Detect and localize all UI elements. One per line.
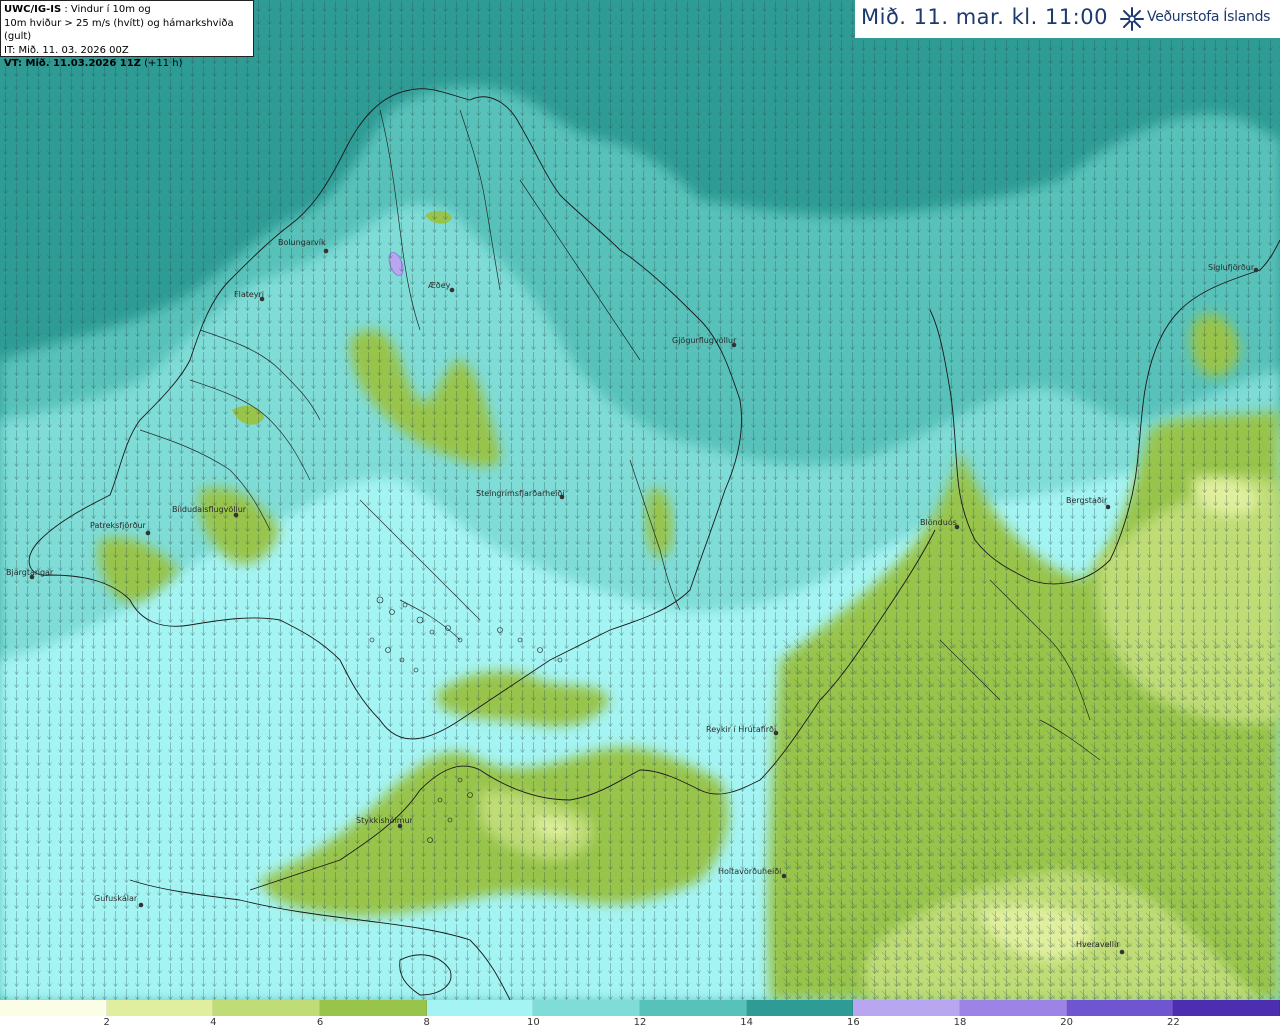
svg-text:Siglufjörður: Siglufjörður xyxy=(1208,263,1255,272)
wind-map[interactable]: Bolungarvík Flateyri Æðey Gjögurflugvöll… xyxy=(0,0,1280,1000)
legend-tick-label: 18 xyxy=(953,1017,967,1028)
svg-text:Æðey: Æðey xyxy=(428,281,451,290)
legend-tick-label: 6 xyxy=(316,1017,324,1028)
forecast-info-box: UWC/IG-IS : Vindur í 10m og 10m hviður >… xyxy=(0,0,254,69)
svg-text:Reykir í Hrútafirði: Reykir í Hrútafirði xyxy=(706,725,776,734)
legend-swatch xyxy=(320,1000,427,1016)
svg-text:Holtavörðuheiði: Holtavörðuheiði xyxy=(718,867,781,876)
legend-tick-label: 22 xyxy=(1166,1017,1180,1028)
legend-swatch xyxy=(960,1000,1067,1016)
vedurstofa-logo-icon xyxy=(1120,7,1144,31)
legend-tick-label: 10 xyxy=(526,1017,540,1028)
place-reykir[interactable]: Reykir í Hrútafirði xyxy=(706,725,779,736)
svg-text:Flateyri: Flateyri xyxy=(234,290,264,299)
legend-tick-label: 8 xyxy=(423,1017,430,1028)
brand-name: Veðurstofa Íslands xyxy=(1147,9,1271,25)
valid-line: VT: Mið. 11.03.2026 11Z (+11 h) xyxy=(4,57,250,71)
model-name: UWC/IG-IS xyxy=(4,4,62,15)
svg-text:Gufuskálar: Gufuskálar xyxy=(94,894,138,903)
legend-color-bar xyxy=(0,1000,1280,1016)
wind-arrows-land xyxy=(780,640,1280,1000)
valid-time-utc: VT: Mið. 11.03.2026 11Z xyxy=(4,58,141,69)
svg-text:Bjargtangar: Bjargtangar xyxy=(6,568,54,577)
forecast-map-view: Bolungarvík Flateyri Æðey Gjögurflugvöll… xyxy=(0,0,1280,1030)
legend-swatch xyxy=(746,1000,854,1016)
legend-tick-label: 2 xyxy=(103,1017,110,1028)
svg-text:Steingrímsfjarðarheiði: Steingrímsfjarðarheiði xyxy=(476,489,565,498)
legend-swatch xyxy=(1173,1000,1280,1016)
legend-swatch xyxy=(0,1000,107,1016)
svg-text:Patreksfjörður: Patreksfjörður xyxy=(90,521,147,530)
lead-time: (+11 h) xyxy=(140,58,183,69)
valid-time-local: Mið. 11. mar. kl. 11:00 xyxy=(861,5,1108,29)
legend-tick-label: 14 xyxy=(740,1017,754,1028)
svg-text:Gjögurflugvöllur: Gjögurflugvöllur xyxy=(672,336,737,345)
legend-tick-label: 20 xyxy=(1060,1017,1074,1028)
svg-text:Hveravellir: Hveravellir xyxy=(1076,940,1120,949)
svg-text:Stykkishólmur: Stykkishólmur xyxy=(356,815,414,825)
legend-tick-label: 4 xyxy=(210,1017,217,1028)
legend-swatch xyxy=(106,1000,214,1016)
legend-swatch xyxy=(1066,1000,1174,1016)
wind-speed-legend: 2 4 6 8 10 12 14 16 18 20 22 xyxy=(0,1000,1280,1030)
place-steingrimsfjardarheidi[interactable]: Steingrímsfjarðarheiði xyxy=(476,489,565,500)
svg-text:Blönduós: Blönduós xyxy=(920,517,957,527)
gust-desc: 10m hviður > 25 m/s (hvítt) og hámarkshv… xyxy=(4,17,234,43)
init-time: IT: Mið. 11. 03. 2026 00Z xyxy=(4,44,129,56)
legend-swatch xyxy=(213,1000,321,1016)
legend-swatch xyxy=(426,1000,534,1016)
svg-text:Bíldudalsflugvöllur: Bíldudalsflugvöllur xyxy=(172,505,247,514)
legend-tick-label: 12 xyxy=(633,1017,647,1028)
legend-swatch xyxy=(533,1000,641,1016)
legend-swatch xyxy=(640,1000,747,1016)
model-desc: : Vindur í 10m og xyxy=(61,4,151,15)
model-line: UWC/IG-IS : Vindur í 10m og xyxy=(4,3,250,17)
svg-text:Bolungarvík: Bolungarvík xyxy=(278,238,326,247)
legend-tick-label: 16 xyxy=(846,1017,860,1028)
svg-text:Bergstaðir: Bergstaðir xyxy=(1066,496,1108,505)
valid-time-banner: Mið. 11. mar. kl. 11:00 Veðurstofa Íslan… xyxy=(855,0,1280,38)
legend-swatch xyxy=(853,1000,961,1016)
place-siglufjordur[interactable]: Siglufjörður xyxy=(1208,263,1259,273)
